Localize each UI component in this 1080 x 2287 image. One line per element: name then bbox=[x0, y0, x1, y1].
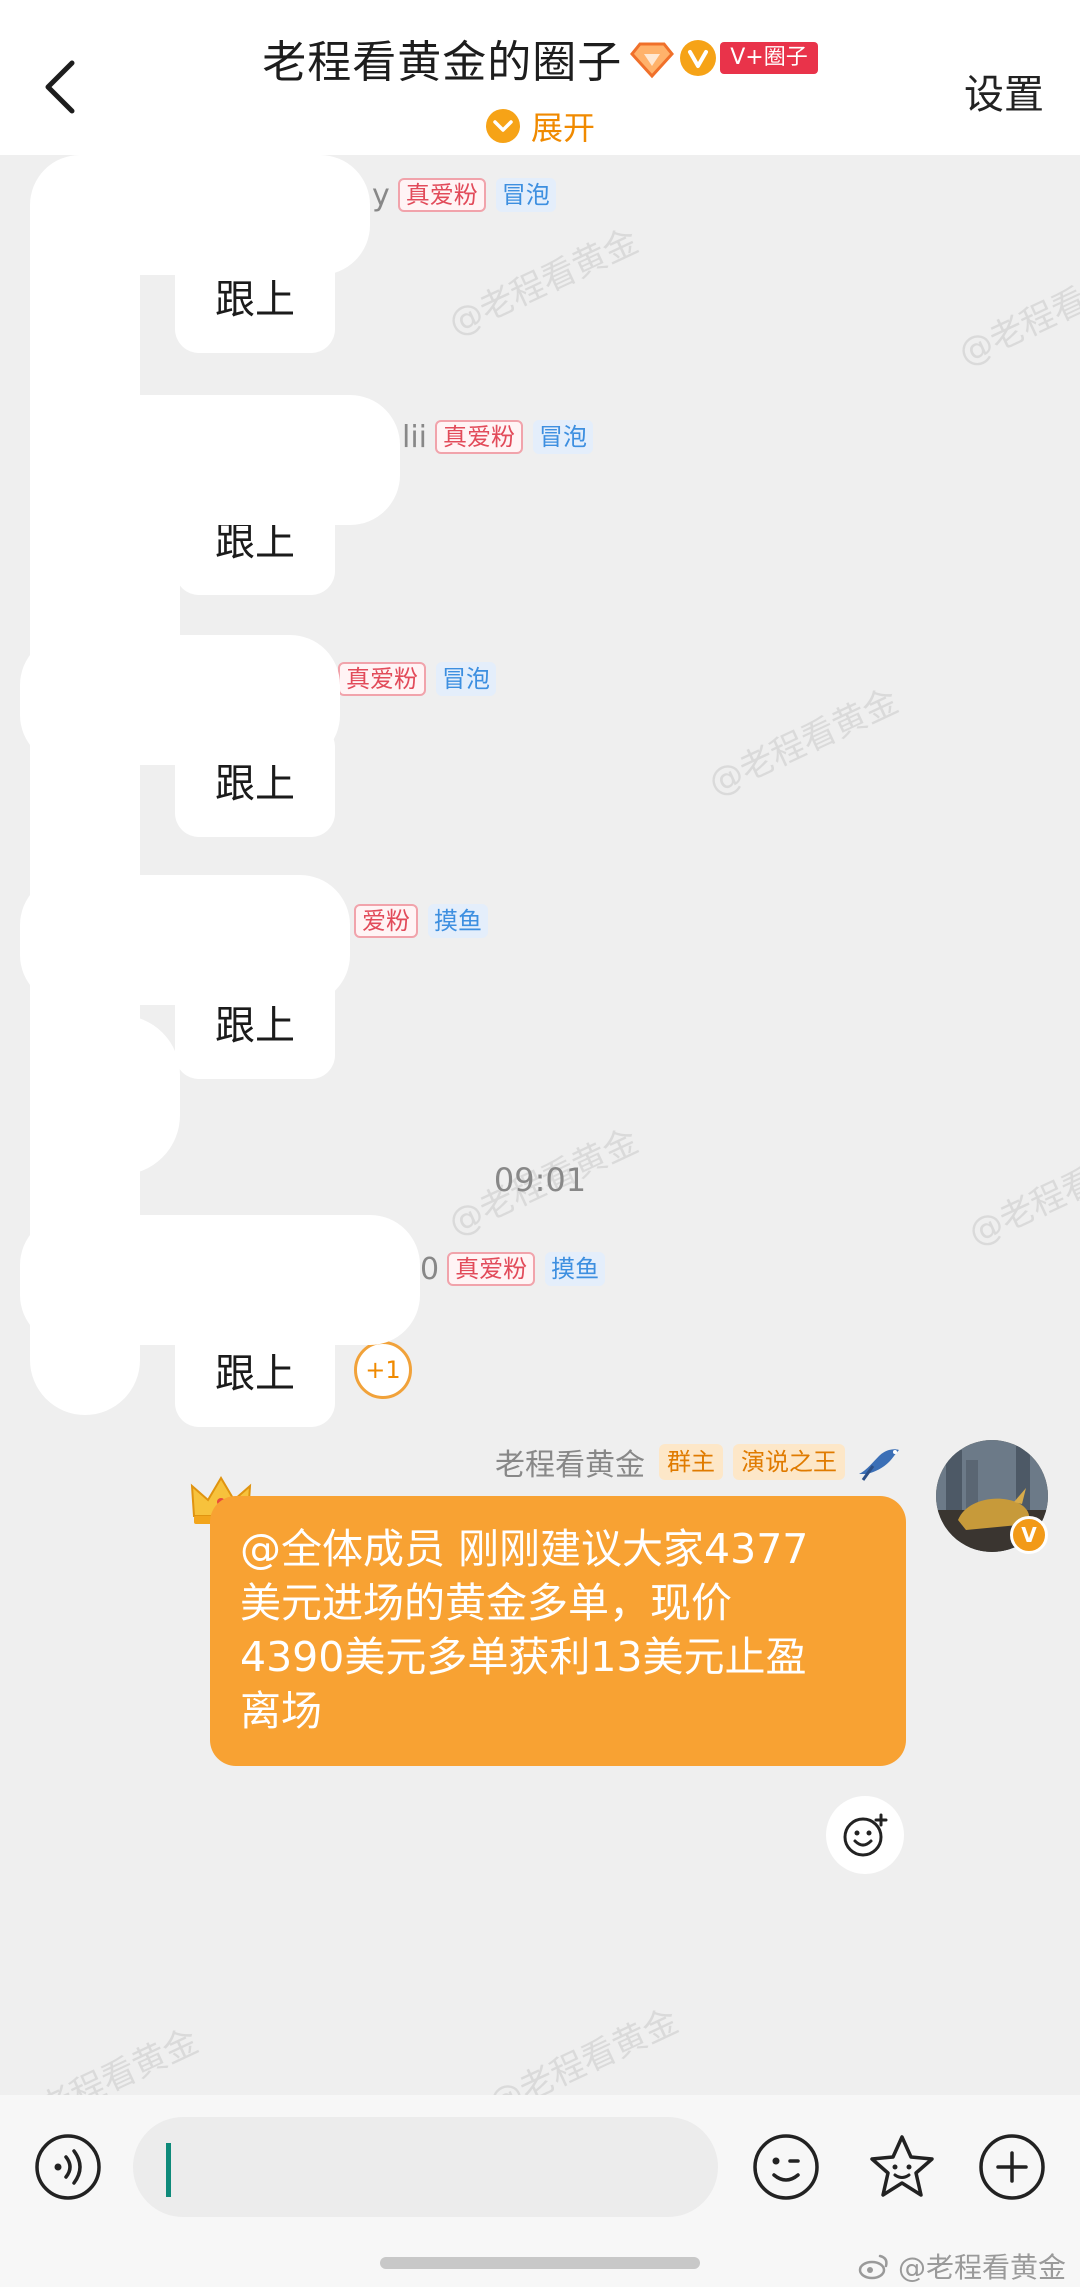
owner-sender-line: 老程看黄金 群主 演说之王 bbox=[495, 1440, 905, 1484]
sticker-button[interactable] bbox=[866, 2131, 938, 2203]
role-tag: 群主 bbox=[659, 1444, 723, 1480]
watermark: @老程看黄金 bbox=[442, 221, 645, 344]
owner-message-line: 美元进场的黄金多单，现价 bbox=[240, 1579, 732, 1627]
level-tag: 摸鱼 bbox=[428, 904, 488, 938]
message-sender-line: 真爱粉 冒泡 bbox=[330, 659, 496, 699]
plus-icon bbox=[979, 2134, 1045, 2200]
watermark: @老程看黄金 bbox=[482, 2001, 685, 2095]
owner-message-line: 4390美元多单获利13美元止盈 bbox=[240, 1633, 807, 1681]
message-input[interactable] bbox=[133, 2117, 718, 2217]
add-reaction-icon bbox=[843, 1813, 888, 1857]
title-tag: 演说之王 bbox=[733, 1444, 845, 1480]
chevron-down-icon bbox=[485, 108, 521, 144]
chat-header: 老程看黄金的圈子 V+圈子 展开 设置 bbox=[0, 0, 1080, 155]
vplus-circle-tag: V+圈子 bbox=[720, 42, 818, 74]
sender-nick: lii bbox=[402, 419, 428, 455]
owner-nick: 老程看黄金 bbox=[495, 1448, 645, 1483]
sender-nick: y bbox=[372, 177, 390, 213]
weibo-watermark-text: @老程看黄金 bbox=[897, 2251, 1066, 2284]
fan-tag: 爱粉 bbox=[354, 904, 418, 938]
chat-area[interactable]: @老程看黄金 @老程看黄金 @老程看黄金 @老程看黄金 @老程看黄金 @老程看黄… bbox=[0, 155, 1080, 2095]
plus-one-button[interactable]: +1 bbox=[354, 1341, 412, 1399]
watermark: @老程看黄金 bbox=[702, 681, 905, 804]
verified-v-icon bbox=[678, 38, 718, 78]
weibo-logo-icon bbox=[858, 2252, 890, 2280]
add-reaction-button[interactable] bbox=[826, 1796, 904, 1874]
settings-button[interactable]: 设置 bbox=[964, 62, 1044, 120]
level-tag: 冒泡 bbox=[533, 420, 594, 454]
voice-icon bbox=[35, 2134, 101, 2200]
message-sender-line: lii 真爱粉 冒泡 bbox=[402, 417, 594, 457]
message-sender-line: 0 真爱粉 摸鱼 bbox=[420, 1249, 606, 1289]
expand-label: 展开 bbox=[530, 109, 595, 147]
expand-toggle[interactable]: 展开 bbox=[0, 103, 1080, 149]
star-sticker-icon bbox=[870, 2135, 934, 2197]
timestamp: 09:01 bbox=[493, 1161, 587, 1199]
watermark: @老程看黄金 bbox=[952, 251, 1080, 374]
home-indicator[interactable] bbox=[380, 2257, 700, 2269]
level-tag: 摸鱼 bbox=[545, 1252, 606, 1286]
diamond-icon bbox=[630, 36, 675, 80]
fan-tag: 真爱粉 bbox=[338, 662, 426, 696]
owner-message-bubble[interactable]: @全体成员 刚刚建议大家4377 美元进场的黄金多单，现价 4390美元多单获利… bbox=[210, 1496, 906, 1766]
page-title: 老程看黄金的圈子 bbox=[262, 37, 623, 88]
owner-message-line: @全体成员 刚刚建议大家4377 bbox=[240, 1525, 809, 1573]
more-options-button[interactable] bbox=[978, 2133, 1046, 2201]
emoji-icon bbox=[753, 2134, 819, 2200]
redaction-mark bbox=[60, 455, 180, 695]
owner-message-line: 离场 bbox=[240, 1687, 322, 1735]
bird-badge-icon bbox=[853, 1440, 905, 1484]
level-tag: 冒泡 bbox=[436, 662, 496, 696]
message-sender-line: 爱粉 摸鱼 bbox=[346, 901, 488, 941]
text-caret bbox=[166, 2143, 171, 2197]
redaction-mark bbox=[30, 155, 140, 1415]
redaction-mark bbox=[40, 1015, 180, 1175]
message-sender-line: y 真爱粉 冒泡 bbox=[372, 175, 556, 215]
fan-tag: 真爱粉 bbox=[397, 178, 486, 212]
verified-v-icon: V bbox=[1010, 1516, 1048, 1554]
fan-tag: 真爱粉 bbox=[435, 420, 524, 454]
sender-nick: 0 bbox=[420, 1251, 440, 1287]
title-row: 老程看黄金的圈子 V+圈子 bbox=[0, 28, 1080, 88]
emoji-button[interactable] bbox=[752, 2133, 820, 2201]
watermark: @老程看黄金 bbox=[2, 2021, 205, 2095]
fan-tag: 真爱粉 bbox=[447, 1252, 536, 1286]
weibo-watermark: @老程看黄金 bbox=[858, 2246, 1066, 2286]
level-tag: 冒泡 bbox=[495, 178, 556, 212]
voice-button[interactable] bbox=[34, 2133, 102, 2201]
